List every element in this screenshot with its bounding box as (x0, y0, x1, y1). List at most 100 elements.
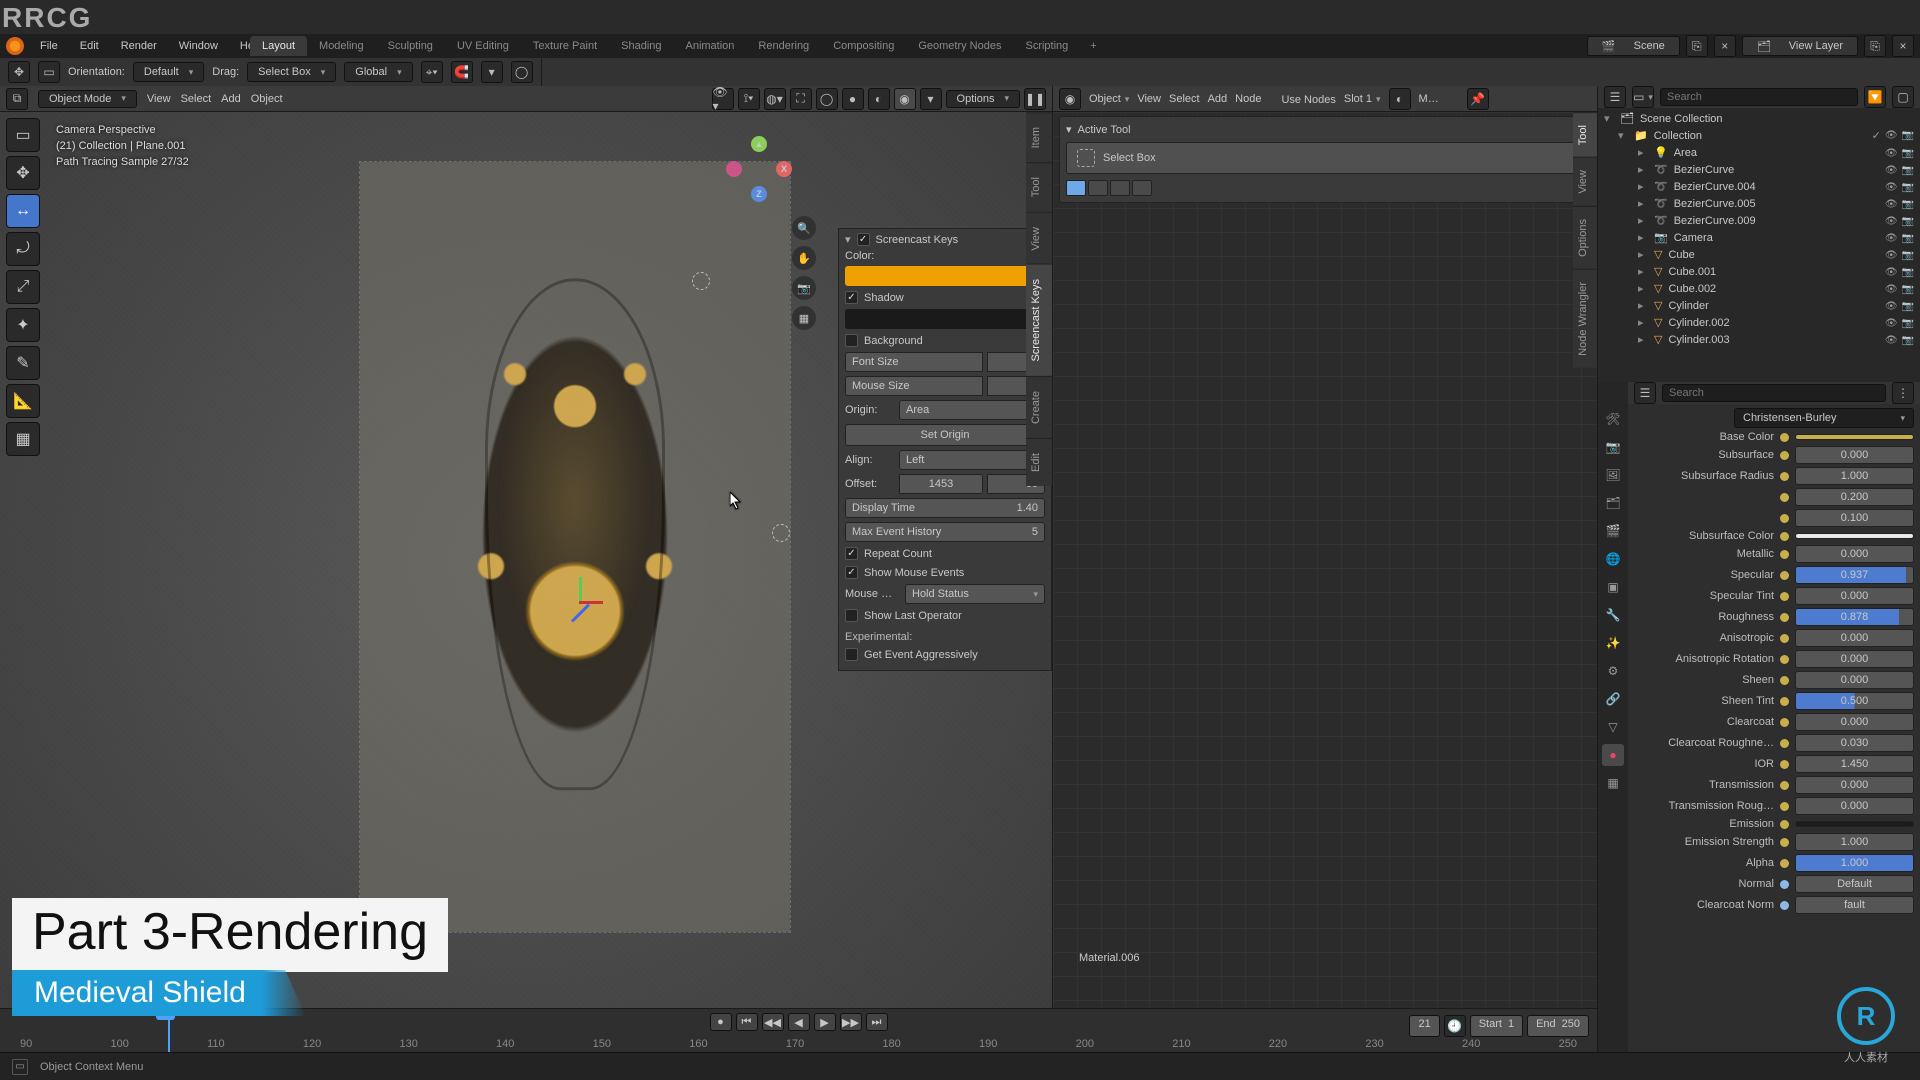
shading-solid-icon[interactable]: ● (842, 88, 864, 110)
sk-color-swatch[interactable] (845, 266, 1045, 286)
node-matbrowse-icon[interactable]: ◐ (1389, 88, 1411, 110)
add-menu[interactable]: Add (221, 93, 241, 105)
outliner-item[interactable]: ▸ ▽ Cylinder (1598, 297, 1920, 314)
expand-icon[interactable]: ▾ (1604, 112, 1614, 125)
sk-set-origin-button[interactable]: Set Origin (845, 424, 1045, 446)
outliner-new-collection-icon[interactable]: ▢ (1892, 86, 1914, 108)
outliner-item[interactable]: ▸ ▽ Cube.001 (1598, 263, 1920, 280)
tab-texture-paint[interactable]: Texture Paint (521, 36, 609, 56)
render-visibility-icon[interactable] (1902, 147, 1914, 159)
outliner-filter-icon[interactable]: 🔽 (1864, 86, 1886, 108)
expand-icon[interactable]: ▸ (1638, 214, 1648, 227)
socket-icon[interactable] (1780, 634, 1789, 643)
sk-origin-dropdown[interactable]: Area (899, 400, 1045, 420)
tab-geometry-nodes[interactable]: Geometry Nodes (906, 36, 1013, 56)
prop-tab-texture-icon[interactable]: ▦ (1602, 772, 1624, 794)
socket-icon[interactable] (1780, 697, 1789, 706)
numeric-value[interactable]: 0.878 (1795, 608, 1914, 626)
node-ntab-options[interactable]: Options (1573, 206, 1597, 269)
prop-tab-constraints-icon[interactable]: 🔗 (1602, 688, 1624, 710)
visibility-icon[interactable] (1885, 215, 1898, 227)
socket-icon[interactable] (1780, 592, 1789, 601)
render-visibility-icon[interactable] (1902, 164, 1914, 176)
tool-rotate[interactable]: ⤾ (6, 232, 40, 266)
numeric-value[interactable]: 0.000 (1795, 797, 1914, 815)
preview-range-icon[interactable]: 🕘 (1444, 1015, 1466, 1037)
socket-icon[interactable] (1780, 433, 1789, 442)
outliner-search-input[interactable] (1660, 88, 1858, 106)
prop-tab-render-icon[interactable]: 📷 (1602, 436, 1624, 458)
prop-tab-particles-icon[interactable]: ✨ (1602, 632, 1624, 654)
expand-icon[interactable]: ▸ (1638, 146, 1648, 159)
socket-icon[interactable] (1780, 472, 1789, 481)
gizmo-y-axis[interactable] (579, 577, 582, 601)
outliner-item[interactable]: ▸ ▽ Cube (1598, 246, 1920, 263)
visibility-icon[interactable] (1885, 198, 1898, 210)
visibility-icon[interactable] (1885, 249, 1898, 261)
node-ntab-tool[interactable]: Tool (1573, 112, 1597, 157)
sk-offset-x[interactable]: 1453 (899, 474, 983, 494)
shading-wire-icon[interactable]: ◯ (816, 88, 838, 110)
prop-tab-world-icon[interactable]: 🌐 (1602, 548, 1624, 570)
outliner-item[interactable]: ▸ ▽ Cylinder.003 (1598, 331, 1920, 348)
enum-value[interactable]: fault (1795, 896, 1914, 914)
tab-scripting[interactable]: Scripting (1013, 36, 1080, 56)
proportional-edit-icon[interactable]: ◯ (511, 61, 533, 83)
pan-icon[interactable]: ✋ (792, 246, 816, 270)
sk-shadow-swatch[interactable] (845, 309, 1045, 329)
visibility-dropdown-icon[interactable]: 👁▾ (712, 88, 734, 110)
tab-modeling[interactable]: Modeling (307, 36, 376, 56)
expand-icon[interactable]: ▾ (1618, 129, 1628, 142)
outliner-tree[interactable]: ▾🗂Scene Collection ▾📁Collection ✓ ▸ 💡 Ar… (1598, 108, 1920, 350)
visibility-icon[interactable] (1885, 164, 1898, 176)
tab-compositing[interactable]: Compositing (821, 36, 906, 56)
scene-new-button[interactable]: ⎘ (1686, 35, 1708, 57)
render-visibility-icon[interactable] (1902, 232, 1914, 244)
socket-icon[interactable] (1780, 514, 1789, 523)
numeric-value[interactable]: 0.000 (1795, 713, 1914, 731)
render-visibility-icon[interactable] (1902, 317, 1914, 329)
select-tool-icon[interactable]: ▭ (38, 61, 60, 83)
mode-dropdown[interactable]: Object Mode (38, 90, 137, 108)
end-frame-field[interactable]: End250 (1527, 1015, 1589, 1037)
numeric-value[interactable]: 1.000 (1795, 467, 1914, 485)
ntab-edit[interactable]: Edit (1026, 438, 1052, 486)
expand-icon[interactable]: ▸ (1638, 180, 1648, 193)
outliner-item[interactable]: ▸ 💡 Area (1598, 144, 1920, 161)
outliner-editor-type-icon[interactable]: ☰ (1604, 86, 1626, 108)
socket-icon[interactable] (1780, 532, 1789, 541)
outliner-item[interactable]: ▸ ➰ BezierCurve.004 (1598, 178, 1920, 195)
tab-sculpting[interactable]: Sculpting (376, 36, 445, 56)
expand-icon[interactable]: ▸ (1638, 316, 1648, 329)
render-visibility-icon[interactable] (1902, 300, 1914, 312)
render-visibility-icon[interactable] (1902, 181, 1914, 193)
expand-icon[interactable]: ▸ (1638, 248, 1648, 261)
shading-matprev-icon[interactable]: ◐ (868, 88, 890, 110)
numeric-value[interactable]: 1.000 (1795, 854, 1914, 872)
selmode-subtract-icon[interactable] (1110, 180, 1130, 196)
outliner-item[interactable]: ▸ ➰ BezierCurve.005 (1598, 195, 1920, 212)
socket-icon[interactable] (1780, 718, 1789, 727)
node-editor[interactable]: ▾ Active Tool Select Box Material.006 To… (1052, 112, 1597, 1008)
socket-icon[interactable] (1780, 739, 1789, 748)
tab-shading[interactable]: Shading (609, 36, 673, 56)
menu-window[interactable]: Window (173, 40, 224, 52)
restrict-select-icon[interactable]: ✓ (1872, 129, 1881, 142)
socket-icon[interactable] (1780, 550, 1789, 559)
render-visibility-icon[interactable] (1902, 198, 1914, 210)
expand-icon[interactable]: ▸ (1638, 282, 1648, 295)
orbit-negx-icon[interactable] (726, 161, 742, 177)
expand-icon[interactable]: ▸ (1638, 299, 1648, 312)
outliner-item[interactable]: ▸ 📷 Camera (1598, 229, 1920, 246)
menu-render[interactable]: Render (115, 40, 163, 52)
sk-background-checkbox[interactable] (845, 334, 858, 347)
node-view-menu[interactable]: View (1137, 93, 1161, 105)
numeric-value[interactable]: 0.500 (1795, 692, 1914, 710)
expand-icon[interactable]: ▸ (1638, 265, 1648, 278)
drag-dropdown[interactable]: Select Box (247, 62, 336, 82)
prop-tab-data-icon[interactable]: ▽ (1602, 716, 1624, 738)
numeric-value[interactable]: 0.000 (1795, 629, 1914, 647)
zoom-icon[interactable]: 🔍 (792, 216, 816, 240)
ntab-create[interactable]: Create (1026, 376, 1052, 438)
numeric-value[interactable]: 0.000 (1795, 650, 1914, 668)
